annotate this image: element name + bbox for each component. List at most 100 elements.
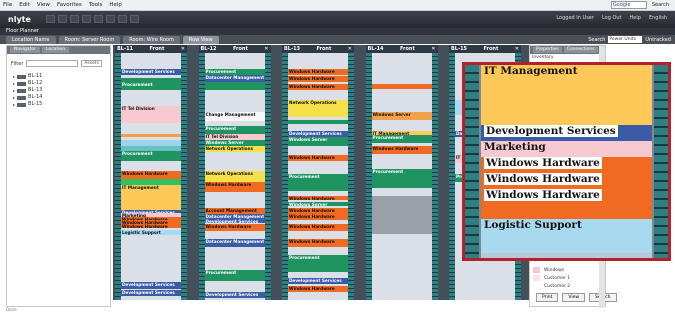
rack-device[interactable]: Development Services	[288, 277, 348, 284]
rack-device[interactable]: Windows Hardware	[288, 68, 348, 75]
tab-2[interactable]: Room: Wire Room	[123, 36, 180, 44]
zoomed-device-label: Windows Hardware	[484, 189, 602, 201]
menu-item-favorites[interactable]: Favorites	[57, 2, 82, 8]
rack-device[interactable]: Windows Server	[288, 201, 348, 207]
rack-device[interactable]: Network Operations	[204, 170, 265, 182]
rack-device[interactable]: Datacenter Management	[204, 239, 265, 247]
close-icon[interactable]: ✕	[181, 46, 185, 52]
top-link[interactable]: Help	[630, 15, 641, 21]
rack-device[interactable]: Development Services	[121, 282, 181, 289]
tree-item[interactable]: ▸ BL-15	[7, 101, 110, 108]
zoomed-device[interactable]: Windows Hardware	[481, 189, 652, 219]
rack-device[interactable]: Change Management	[204, 111, 265, 122]
rack-device[interactable]: Procurement	[371, 169, 432, 188]
toolbar-icon[interactable]	[130, 15, 139, 23]
close-icon[interactable]: ✕	[431, 46, 435, 52]
rack-device[interactable]: Windows Hardware	[288, 214, 348, 221]
rack-device[interactable]	[204, 82, 265, 91]
tab-navigator[interactable]: Navigator	[10, 47, 41, 53]
toolbar-icon[interactable]	[82, 15, 91, 23]
rack-device[interactable]: Development Services	[121, 68, 181, 75]
rack-device[interactable]: Windows Hardware	[288, 195, 348, 201]
rack-device[interactable]: Windows Hardware	[204, 223, 265, 232]
rack-device[interactable]: Procurement	[204, 270, 265, 281]
rack-device[interactable]: Datacenter Management	[204, 74, 265, 83]
rack-device[interactable]: Windows Server	[371, 111, 432, 120]
tree-item[interactable]: ▸ BL-12	[7, 80, 110, 87]
toolbar-icon[interactable]	[94, 15, 103, 23]
rack-device[interactable]: Procurement	[121, 150, 181, 162]
rack-device[interactable]: Procurement	[121, 82, 181, 91]
toolbar-icon[interactable]	[106, 15, 115, 23]
top-link[interactable]: English	[649, 15, 667, 21]
zoomed-device[interactable]: Marketing	[481, 141, 652, 157]
rack-device[interactable]: Windows Hardware	[288, 223, 348, 232]
rack-device[interactable]: Network Operations	[288, 99, 348, 117]
menu-item-view[interactable]: View	[37, 2, 50, 8]
menu-item-edit[interactable]: Edit	[19, 2, 30, 8]
rack-device[interactable]: Procurement	[288, 173, 348, 191]
rack-device[interactable]	[371, 84, 432, 89]
tab-1[interactable]: Room: Server Room	[58, 36, 121, 44]
top-link[interactable]: Logged In User	[556, 15, 594, 21]
menu-item-file[interactable]: File	[3, 2, 12, 8]
rack-device[interactable]: IT Management	[121, 184, 181, 210]
navigator-tabs: Navigator Location	[7, 46, 110, 54]
view-button[interactable]: View	[562, 293, 586, 302]
legend-swatch	[533, 275, 540, 281]
rack-device[interactable]: IT Tel Division	[121, 105, 181, 123]
tree-item[interactable]: ▸ BL-13	[7, 87, 110, 94]
tree-item[interactable]: ▸ BL-14	[7, 94, 110, 101]
rack-device[interactable]: Procurement	[371, 135, 432, 143]
rack-device[interactable]: Procurement	[288, 254, 348, 272]
rack-device[interactable]: Windows Server	[288, 136, 348, 146]
toolbar-icon[interactable]	[58, 15, 67, 23]
rack-device[interactable]: Windows Hardware	[288, 155, 348, 162]
rack-device[interactable]	[288, 119, 348, 125]
rack-device[interactable]	[371, 195, 432, 235]
tree-item[interactable]: ▸ BL-11	[7, 73, 110, 80]
top-link[interactable]: Log Out	[602, 15, 622, 21]
rack-face: Front	[232, 46, 248, 52]
rack-device[interactable]	[121, 133, 181, 137]
zoomed-device[interactable]: IT Management	[481, 65, 652, 125]
rack-device[interactable]: Network Operations	[204, 146, 265, 153]
rack-device[interactable]: Windows Hardware	[121, 170, 181, 179]
zoomed-device[interactable]: Windows Hardware	[481, 173, 652, 189]
close-icon[interactable]: ✕	[264, 46, 268, 52]
close-icon[interactable]: ✕	[348, 46, 352, 52]
tree-item-label: BL-14	[28, 94, 43, 100]
tab-3[interactable]: Row View	[182, 36, 219, 44]
tab-location[interactable]: Location	[42, 47, 70, 53]
tab-0[interactable]: Location Name	[6, 36, 56, 44]
assets-button[interactable]: Assets	[81, 60, 103, 67]
google-search-field[interactable]: Google	[610, 1, 647, 9]
menu-item-tools[interactable]: Tools	[89, 2, 103, 8]
toolbar-icon[interactable]	[70, 15, 79, 23]
print-button[interactable]: Print	[536, 293, 559, 302]
untracked-toggle[interactable]: Untracked	[645, 37, 671, 43]
filter-input[interactable]	[26, 60, 79, 67]
rack-device[interactable]: Windows Hardware	[121, 224, 181, 229]
zoomed-device[interactable]: Development Services	[481, 125, 652, 141]
rack-device[interactable]: Development Services	[204, 291, 265, 298]
toolbar-icon[interactable]	[46, 15, 55, 23]
zoomed-device[interactable]: Logistic Support	[481, 219, 652, 253]
close-icon[interactable]: ✕	[515, 46, 519, 52]
toolbar-icon[interactable]	[118, 15, 127, 23]
rack-device[interactable]: Procurement	[204, 125, 265, 134]
rack-device[interactable]: Logistic Support	[121, 229, 181, 236]
rack-device[interactable]: Windows Hardware	[288, 76, 348, 83]
menu-item-help[interactable]: Help	[109, 2, 122, 8]
tab-connections[interactable]: Connections	[563, 47, 598, 53]
rack-device[interactable]: Windows Hardware	[371, 146, 432, 154]
rack-device[interactable]: Windows Hardware	[288, 285, 348, 292]
search-button[interactable]: Search	[652, 2, 669, 8]
zoomed-device[interactable]: Windows Hardware	[481, 157, 652, 173]
power-units-dropdown[interactable]: Power Units	[608, 36, 643, 43]
rack-device[interactable]: Windows Hardware	[204, 181, 265, 193]
rack-device[interactable]: Development Services	[121, 290, 181, 297]
rack-device[interactable]: Windows Hardware	[288, 84, 348, 91]
rack-device[interactable]: Windows Hardware	[288, 239, 348, 247]
tab-properties[interactable]: Properties	[533, 47, 562, 53]
